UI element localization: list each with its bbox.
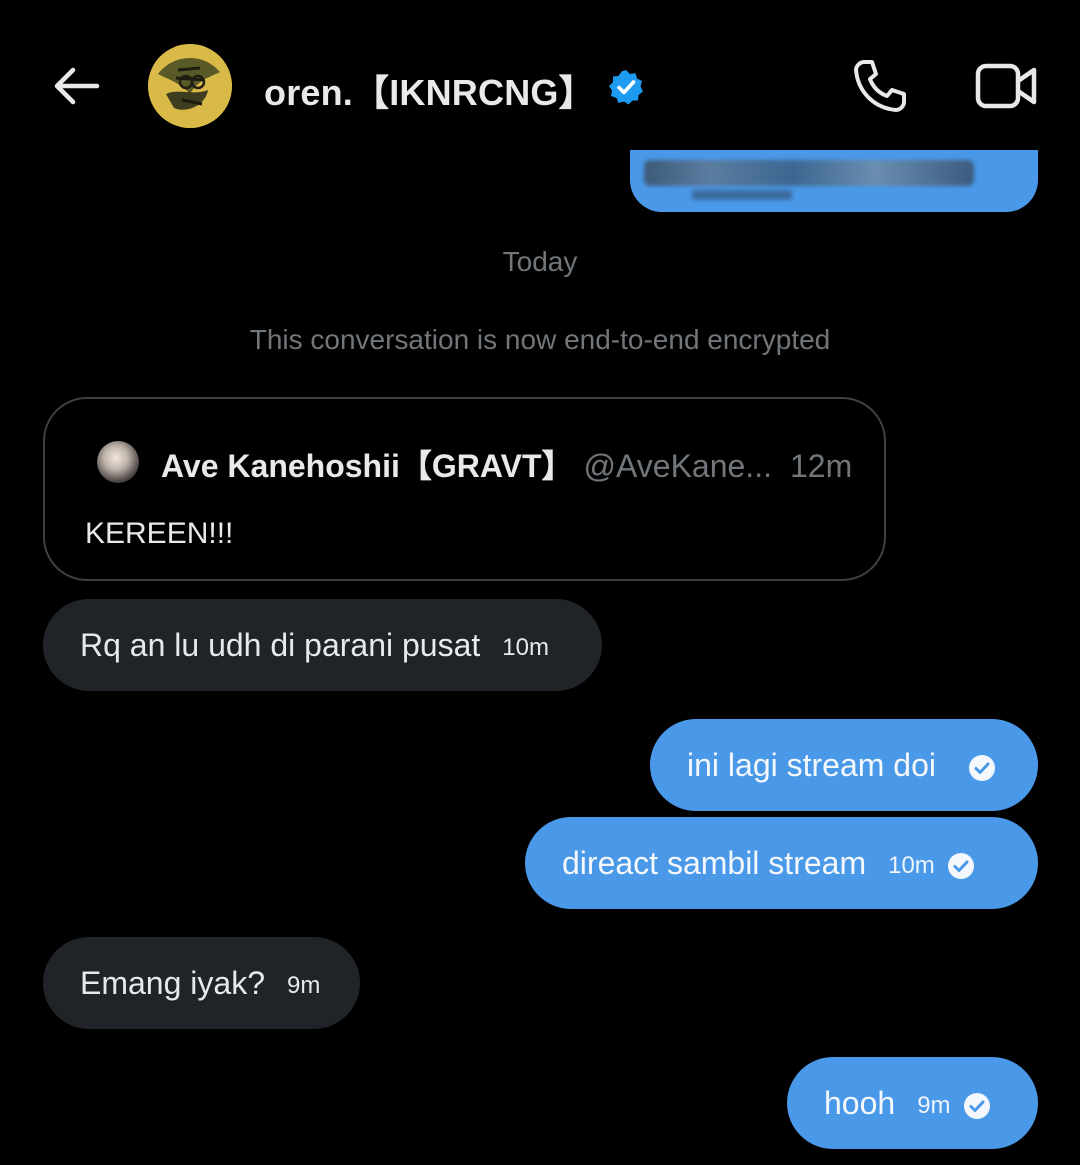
message-text: direact sambil stream — [562, 844, 867, 881]
message-bubble-incoming[interactable]: Emang iyak? 9m — [43, 937, 360, 1029]
previous-message-bubble[interactable] — [630, 150, 1038, 212]
sent-check-icon — [947, 853, 974, 879]
message-text: Rq an lu udh di parani pusat — [80, 626, 481, 663]
redacted-text — [692, 190, 792, 200]
message-time: 10m — [888, 852, 935, 879]
date-separator: Today — [502, 246, 578, 277]
video-call-button[interactable] — [974, 60, 1040, 112]
message-time: 9m — [286, 972, 321, 999]
call-button[interactable] — [850, 56, 910, 116]
contact-name[interactable]: oren.【IKNRCNG】 — [264, 64, 595, 116]
message-text: ini lagi stream doi — [687, 746, 936, 783]
conversation-header: oren.【IKNRCNG】 — [0, 0, 1080, 170]
avatar-image — [148, 44, 232, 128]
quoted-author-avatar — [97, 441, 139, 483]
quoted-author-handle: @AveKane... — [583, 448, 772, 484]
message-text: hooh — [824, 1084, 896, 1121]
quoted-post-text: KEREEN!!! — [85, 517, 234, 550]
back-button[interactable] — [48, 60, 104, 112]
verified-badge-icon — [609, 70, 643, 105]
redacted-text — [644, 160, 974, 186]
message-bubble-outgoing[interactable]: hooh 9m — [787, 1057, 1038, 1149]
sent-check-icon — [969, 755, 995, 781]
sent-check-icon — [963, 1093, 990, 1119]
quoted-post-time: 12m — [789, 448, 853, 484]
quoted-post-card[interactable]: Ave Kanehoshii【GRAVT】 @AveKane... 12m KE… — [43, 397, 886, 581]
message-bubble-outgoing[interactable]: ini lagi stream doi — [650, 719, 1038, 811]
avatar[interactable] — [148, 44, 232, 128]
message-text: Emang iyak? — [80, 964, 265, 1001]
quoted-post-header: Ave Kanehoshii【GRAVT】 @AveKane... 12m — [161, 441, 852, 487]
video-camera-icon — [975, 63, 1037, 109]
phone-icon — [854, 60, 906, 112]
message-time: 9m — [917, 1092, 951, 1119]
encryption-notice: This conversation is now end-to-end encr… — [249, 324, 831, 355]
arrow-left-icon — [54, 67, 100, 105]
quoted-author-name: Ave Kanehoshii【GRAVT】 — [161, 448, 574, 484]
message-bubble-incoming[interactable]: Rq an lu udh di parani pusat 10m — [43, 599, 602, 691]
message-bubble-outgoing[interactable]: direact sambil stream 10m — [525, 817, 1038, 909]
message-time: 10m — [502, 634, 549, 661]
